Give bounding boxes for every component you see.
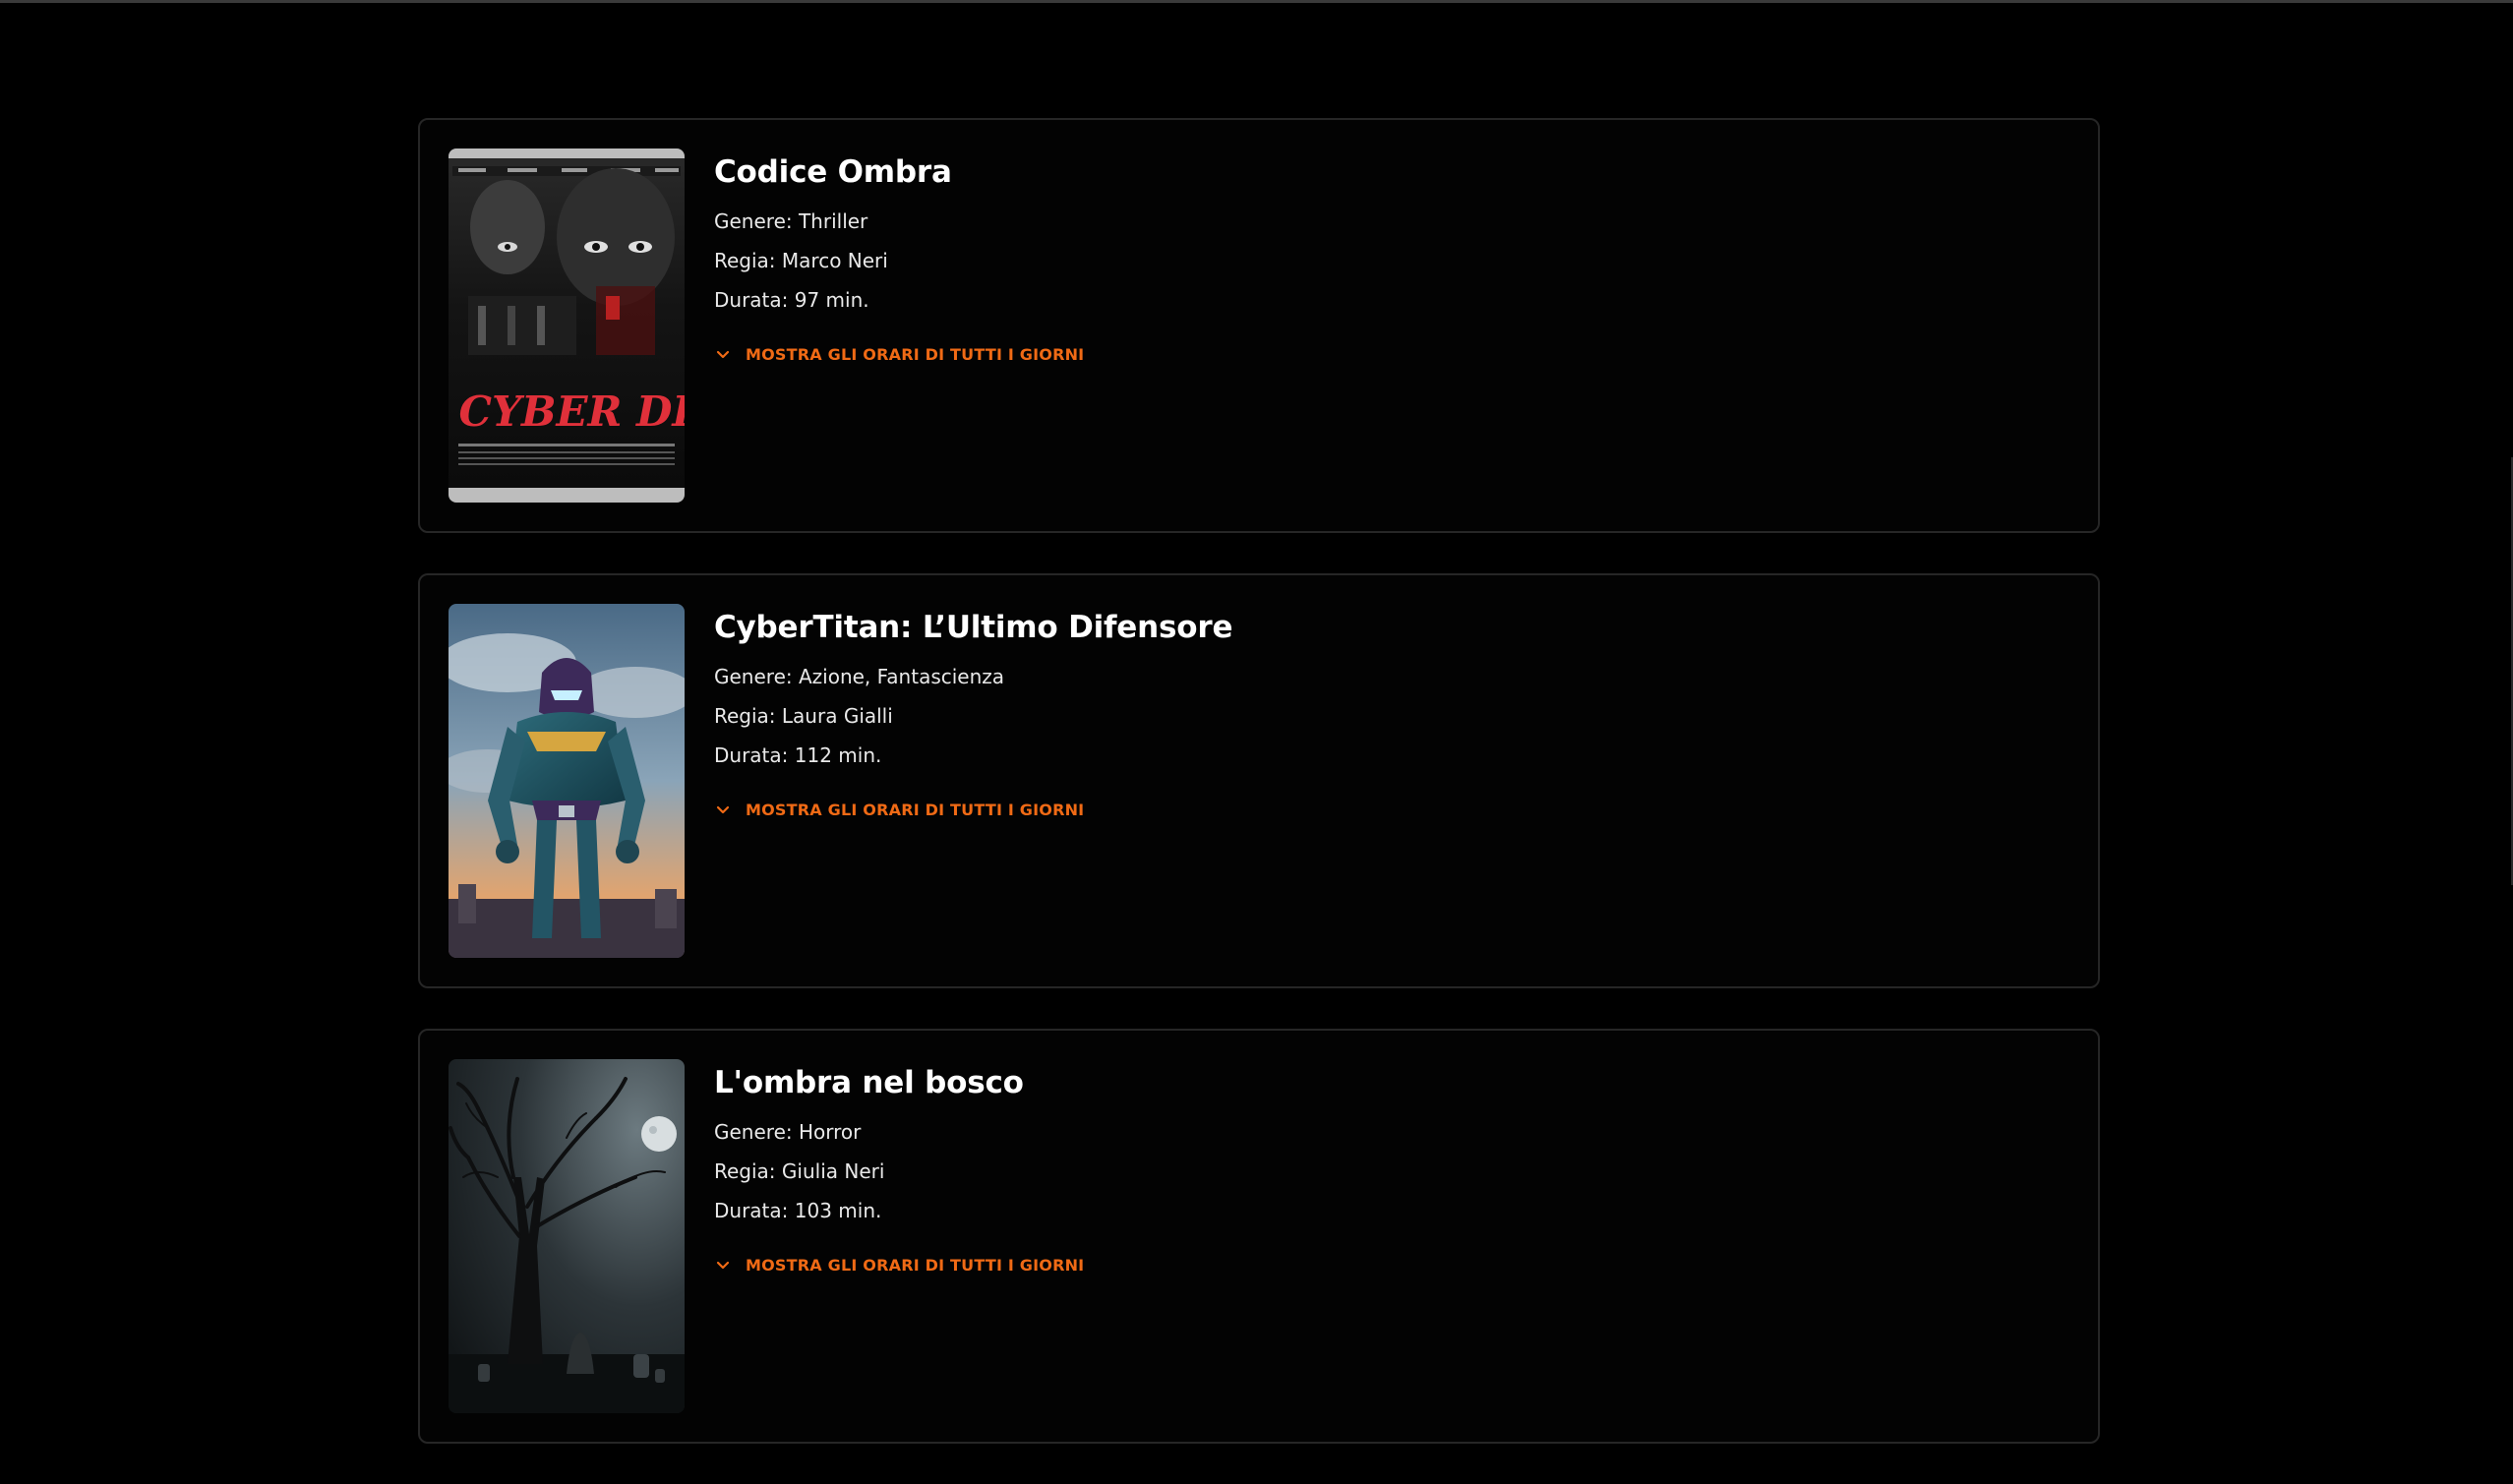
show-all-times-button[interactable]: MOSTRA GLI ORARI DI TUTTI I GIORNI bbox=[714, 345, 1084, 364]
film-duration: Durata: 103 min. bbox=[714, 1199, 882, 1222]
show-all-times-label: MOSTRA GLI ORARI DI TUTTI I GIORNI bbox=[746, 801, 1085, 819]
show-all-times-button[interactable]: MOSTRA GLI ORARI DI TUTTI I GIORNI bbox=[714, 801, 1084, 819]
film-duration: Durata: 97 min. bbox=[714, 288, 869, 312]
film-info: Codice Ombra Genere: Thriller Regia: Mar… bbox=[714, 152, 2068, 368]
film-poster[interactable] bbox=[449, 604, 685, 958]
film-genre: Genere: Thriller bbox=[714, 209, 868, 233]
film-title[interactable]: L'ombra nel bosco bbox=[714, 1063, 2068, 1102]
film-meta: Genere: Azione, Fantascienza Regia: Laur… bbox=[714, 657, 2068, 775]
film-director: Regia: Giulia Neri bbox=[714, 1159, 885, 1183]
film-title[interactable]: CyberTitan: L’Ultimo Difensore bbox=[714, 608, 2068, 647]
film-list: THE CYBER DLINE Codice Ombra Genere: Thr… bbox=[418, 118, 2100, 1484]
show-all-times-label: MOSTRA GLI ORARI DI TUTTI I GIORNI bbox=[746, 1256, 1085, 1275]
film-poster[interactable]: THE CYBER DLINE bbox=[449, 148, 685, 503]
film-card: L'ombra nel bosco Genere: Horror Regia: … bbox=[418, 1029, 2100, 1444]
show-all-times-button[interactable]: MOSTRA GLI ORARI DI TUTTI I GIORNI bbox=[714, 1256, 1084, 1275]
chevron-down-icon bbox=[716, 805, 730, 813]
film-meta: Genere: Thriller Regia: Marco Neri Durat… bbox=[714, 202, 2068, 320]
film-director: Regia: Marco Neri bbox=[714, 249, 888, 272]
film-director: Regia: Laura Gialli bbox=[714, 704, 893, 728]
poster-title-text: THE CYBER DLINE bbox=[449, 387, 685, 436]
film-duration: Durata: 112 min. bbox=[714, 743, 882, 767]
film-info: CyberTitan: L’Ultimo Difensore Genere: A… bbox=[714, 608, 2068, 823]
film-card: THE CYBER DLINE Codice Ombra Genere: Thr… bbox=[418, 118, 2100, 533]
chevron-down-icon bbox=[716, 1261, 730, 1269]
film-genre: Genere: Azione, Fantascienza bbox=[714, 665, 1005, 688]
poster-horror-image bbox=[449, 1059, 685, 1413]
film-title[interactable]: Codice Ombra bbox=[714, 152, 2068, 192]
poster-thriller-image: THE CYBER DLINE bbox=[449, 148, 685, 503]
show-all-times-label: MOSTRA GLI ORARI DI TUTTI I GIORNI bbox=[746, 345, 1085, 364]
poster-superhero-image bbox=[449, 604, 685, 958]
film-info: L'ombra nel bosco Genere: Horror Regia: … bbox=[714, 1063, 2068, 1278]
chevron-down-icon bbox=[716, 350, 730, 358]
film-genre: Genere: Horror bbox=[714, 1120, 862, 1144]
film-card: CyberTitan: L’Ultimo Difensore Genere: A… bbox=[418, 573, 2100, 988]
film-poster[interactable] bbox=[449, 1059, 685, 1413]
top-divider bbox=[0, 0, 2513, 3]
film-meta: Genere: Horror Regia: Giulia Neri Durata… bbox=[714, 1112, 2068, 1230]
